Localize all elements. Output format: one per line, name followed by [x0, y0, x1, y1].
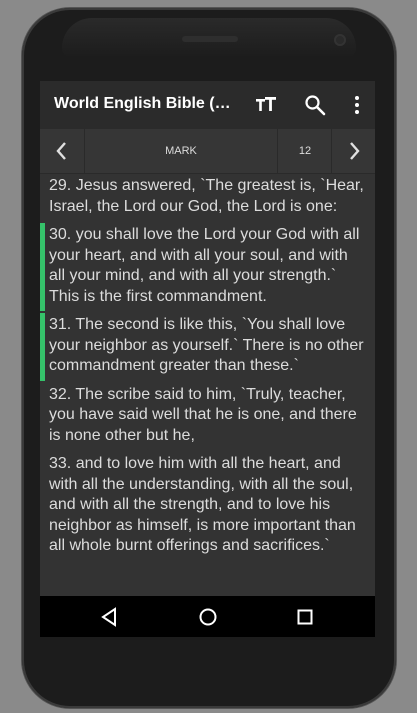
verse-33[interactable]: 33. and to love him with all the heart, …	[40, 452, 375, 563]
system-navigation-bar	[40, 596, 375, 637]
verse-list[interactable]: 29. Jesus answered, `The greatest is, `H…	[40, 174, 375, 596]
app-screen: World English Bible (… MARK 12 29. Jesus…	[40, 81, 375, 637]
app-bar: World English Bible (…	[40, 81, 375, 129]
verse-29[interactable]: 29. Jesus answered, `The greatest is, `H…	[40, 174, 375, 223]
next-chapter-button[interactable]	[331, 129, 375, 173]
home-icon[interactable]	[197, 606, 219, 628]
verse-31[interactable]: 31. The second is like this, `You shall …	[40, 313, 375, 383]
more-vert-icon[interactable]	[345, 93, 369, 117]
verse-32[interactable]: 32. The scribe said to him, `Truly, teac…	[40, 383, 375, 453]
chevron-right-icon	[350, 142, 360, 160]
front-camera	[334, 34, 346, 46]
book-selector[interactable]: MARK	[85, 129, 277, 173]
chapter-selector[interactable]: 12	[277, 129, 332, 173]
app-title[interactable]: World English Bible (…	[54, 95, 244, 113]
recents-icon[interactable]	[294, 606, 316, 628]
chevron-left-icon	[56, 142, 66, 160]
chapter-navigation: MARK 12	[40, 129, 375, 174]
verse-30[interactable]: 30. you shall love the Lord your God wit…	[40, 223, 375, 313]
search-icon[interactable]	[303, 93, 327, 117]
text-size-icon[interactable]	[254, 93, 278, 117]
previous-chapter-button[interactable]	[40, 129, 85, 173]
earpiece-speaker	[182, 36, 238, 42]
back-icon[interactable]	[99, 606, 121, 628]
